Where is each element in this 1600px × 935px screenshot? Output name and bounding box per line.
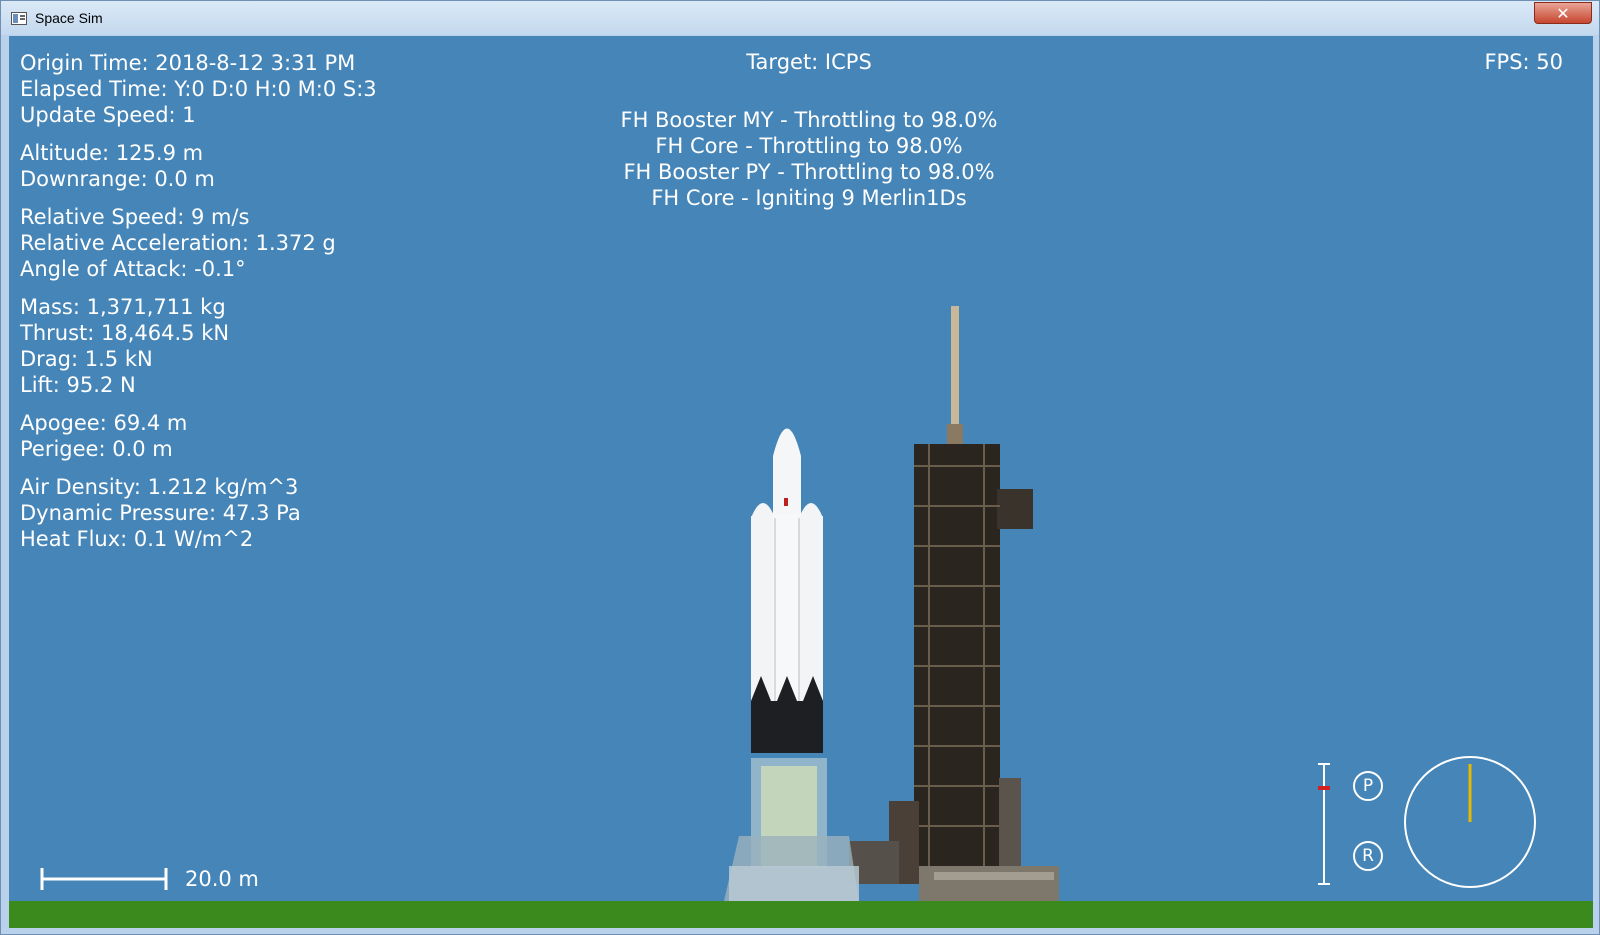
title-bar[interactable]: Space Sim ✕ <box>1 1 1599 35</box>
exhaust-plume <box>724 758 859 901</box>
event-log-item: FH Booster MY - Throttling to 98.0% <box>620 108 998 132</box>
telemetry-panel: Origin Time: 2018-8-12 3:31 PM Elapsed T… <box>20 50 377 564</box>
heat-flux: Heat Flux: 0.1 W/m^2 <box>20 527 254 551</box>
close-button[interactable]: ✕ <box>1534 2 1592 24</box>
angle-of-attack: Angle of Attack: -0.1° <box>20 257 246 281</box>
app-icon <box>11 12 27 25</box>
event-log-item: FH Booster PY - Throttling to 98.0% <box>623 160 995 184</box>
update-speed: Update Speed: 1 <box>20 103 196 127</box>
scale-bar <box>40 868 168 890</box>
apogee: Apogee: 69.4 m <box>20 411 188 435</box>
roll-label: R <box>1362 846 1374 866</box>
altitude: Altitude: 125.9 m <box>20 141 204 165</box>
falcon-heavy-rocket <box>751 428 823 753</box>
dynamic-pressure: Dynamic Pressure: 47.3 Pa <box>20 501 301 525</box>
scale-label: 20.0 m <box>185 867 259 891</box>
ground <box>9 901 1593 928</box>
window-title: Space Sim <box>35 10 103 26</box>
pitch-label: P <box>1362 776 1374 796</box>
event-log: FH Booster MY - Throttling to 98.0% FH C… <box>529 107 1089 211</box>
elapsed-time: Elapsed Time: Y:0 D:0 H:0 M:0 S:3 <box>20 77 377 101</box>
close-icon: ✕ <box>1556 4 1570 23</box>
throttle-gauge[interactable] <box>1318 763 1330 885</box>
attitude-indicator <box>1404 756 1536 888</box>
target-label: Target: ICPS <box>746 50 872 74</box>
throttle-marker[interactable] <box>1318 786 1330 790</box>
perigee: Perigee: 0.0 m <box>20 437 173 461</box>
air-density: Air Density: 1.212 kg/m^3 <box>20 475 299 499</box>
lift: Lift: 95.2 N <box>20 373 136 397</box>
thrust: Thrust: 18,464.5 kN <box>20 321 230 345</box>
relative-speed: Relative Speed: 9 m/s <box>20 205 250 229</box>
sim-viewport[interactable]: Origin Time: 2018-8-12 3:31 PM Elapsed T… <box>9 36 1593 928</box>
origin-time: Origin Time: 2018-8-12 3:31 PM <box>20 51 356 75</box>
mass: Mass: 1,371,711 kg <box>20 295 226 319</box>
relative-acceleration: Relative Acceleration: 1.372 g <box>20 231 336 255</box>
roll-button[interactable]: R <box>1353 841 1383 871</box>
event-log-item: FH Core - Igniting 9 Merlin1Ds <box>651 186 967 210</box>
event-log-item: FH Core - Throttling to 98.0% <box>655 134 963 158</box>
launch-tower <box>849 306 1059 901</box>
pitch-button[interactable]: P <box>1353 771 1383 801</box>
fps-counter: FPS: 50 <box>1484 50 1563 74</box>
drag: Drag: 1.5 kN <box>20 347 153 371</box>
downrange: Downrange: 0.0 m <box>20 167 215 191</box>
app-window: Space Sim ✕ Origin Time: 2018-8-12 3:31 … <box>0 0 1600 935</box>
